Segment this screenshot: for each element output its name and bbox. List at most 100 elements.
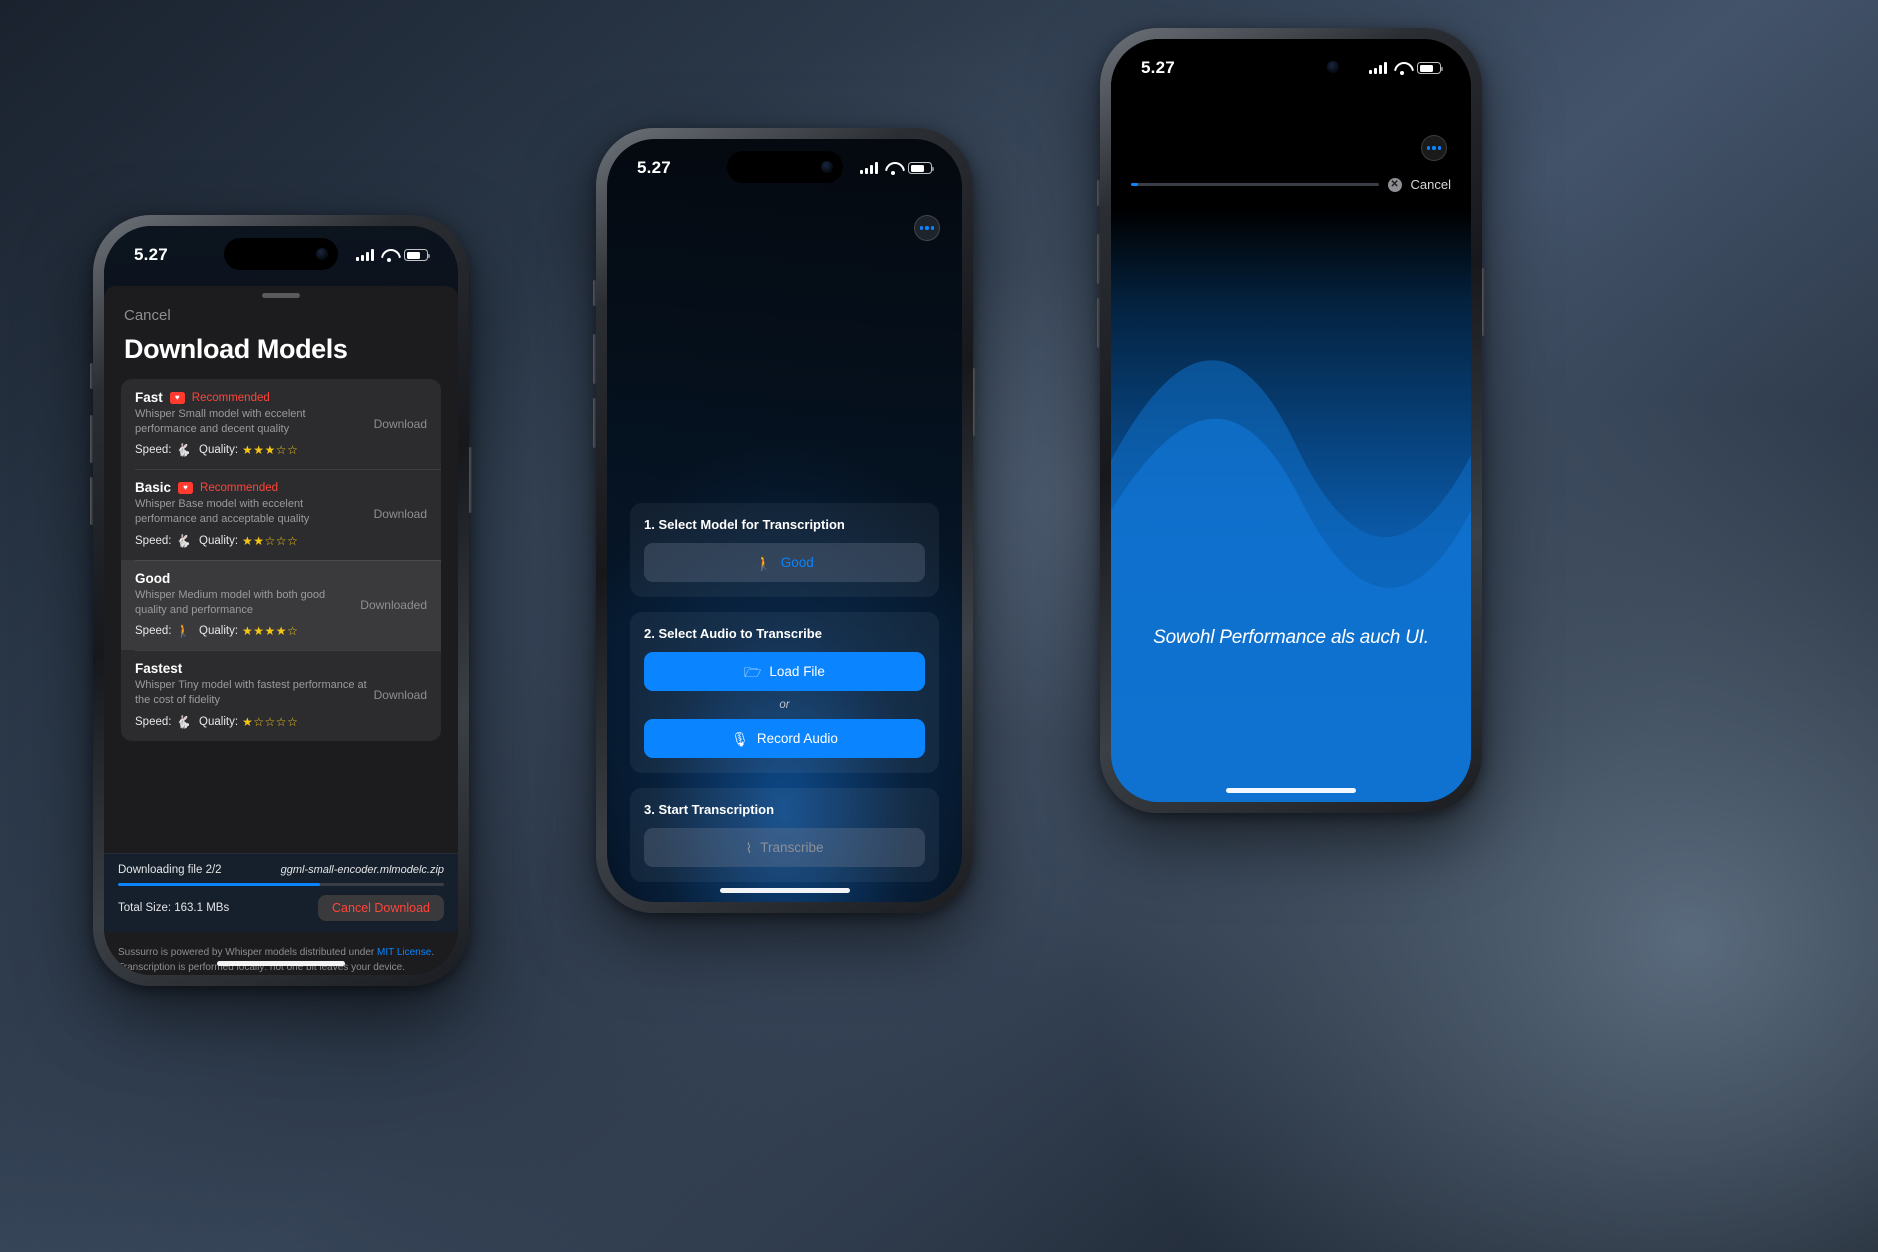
- cancel-transcription-button[interactable]: Cancel: [1411, 177, 1451, 192]
- status-bar-right: 5.27: [1111, 39, 1471, 97]
- model-row-good[interactable]: Good Whisper Medium model with both good…: [121, 559, 441, 651]
- card-start-transcription: 3. Start Transcription ⌇ Transcribe: [630, 788, 939, 882]
- status-indicators: [356, 249, 430, 262]
- model-header: Basic ♥ Recommended: [135, 480, 368, 495]
- volume-down-button[interactable]: [1097, 298, 1100, 348]
- power-button[interactable]: [973, 368, 976, 436]
- cancel-download-button[interactable]: Cancel Download: [318, 895, 444, 921]
- volume-up-button[interactable]: [1097, 234, 1100, 284]
- quality-label: Quality:: [199, 625, 239, 638]
- select-model-label: Good: [780, 555, 814, 570]
- quality-stars: ★★☆☆☆: [242, 533, 299, 548]
- status-bar-middle: 5.27: [607, 139, 962, 197]
- volume-up-button[interactable]: [593, 334, 596, 384]
- footer-line1-suffix: .: [431, 947, 435, 958]
- phone-right: 5.27 ✕ Cancel Sowohl Performance als auc…: [1097, 28, 1485, 813]
- total-size-label: Total Size: 163.1 MBs: [118, 902, 230, 914]
- power-button[interactable]: [469, 447, 472, 513]
- or-separator: or: [779, 699, 790, 711]
- recommended-heart-icon: ♥: [169, 391, 185, 404]
- wifi-icon: [885, 162, 901, 175]
- status-time: 5.27: [1141, 58, 1175, 77]
- model-description: Whisper Medium model with both good qual…: [135, 588, 326, 616]
- downloaded-status: Downloaded: [360, 597, 427, 612]
- model-row-fastest[interactable]: Fastest Whisper Tiny model with fastest …: [121, 650, 441, 740]
- download-models-sheet: Cancel Download Models Fast ♥ Recommende…: [104, 286, 458, 975]
- mit-license-link[interactable]: MIT License: [377, 947, 431, 958]
- download-button[interactable]: Download: [368, 507, 427, 521]
- card-title: 3. Start Transcription: [644, 802, 775, 817]
- footer-line1-prefix: Sussurro is powered by Whisper models di…: [118, 947, 378, 958]
- load-file-label: Load File: [769, 664, 825, 679]
- download-status-text: Downloading file 2/2: [118, 864, 222, 876]
- download-progress-fill: [118, 883, 321, 886]
- model-name: Fastest: [135, 661, 183, 677]
- cancel-circle-icon[interactable]: ✕: [1387, 177, 1402, 192]
- wifi-icon: [381, 249, 397, 262]
- speed-label: Speed:: [135, 625, 172, 638]
- model-metrics: Speed: 🚶 Quality: ★★★★☆: [135, 624, 354, 638]
- select-model-button[interactable]: 🚶 Good: [644, 543, 925, 582]
- download-button[interactable]: Download: [368, 688, 427, 702]
- model-row-basic[interactable]: Basic ♥ Recommended Whisper Base model w…: [121, 469, 441, 559]
- recommended-heart-icon: ♥: [178, 481, 194, 494]
- quality-stars: ★★★★☆: [242, 624, 299, 639]
- download-progress-panel: Downloading file 2/2 ggml-small-encoder.…: [104, 853, 458, 932]
- quality-label: Quality:: [199, 444, 239, 457]
- home-indicator[interactable]: [1226, 788, 1356, 793]
- transcription-progress-row: ✕ Cancel: [1131, 177, 1451, 192]
- load-file-button[interactable]: 🗁 Load File: [644, 652, 925, 691]
- folder-icon: 🗁: [744, 663, 762, 680]
- more-options-icon[interactable]: [1421, 135, 1447, 161]
- download-footer-row: Total Size: 163.1 MBs Cancel Download: [118, 895, 444, 921]
- model-header: Fast ♥ Recommended: [135, 390, 368, 405]
- model-row-fast[interactable]: Fast ♥ Recommended Whisper Small model w…: [121, 379, 441, 469]
- model-name: Good: [135, 570, 171, 586]
- rabbit-icon: 🐇: [175, 443, 192, 458]
- left-phone-screen: 5.27 Cancel Download Models Fast ♥ Recom…: [104, 226, 458, 975]
- home-indicator[interactable]: [719, 888, 850, 893]
- cellular-bars-icon: [356, 249, 374, 261]
- status-bar-left: 5.27: [104, 226, 458, 284]
- walking-person-icon: 🚶: [755, 554, 773, 571]
- battery-icon: [1417, 62, 1443, 74]
- power-button[interactable]: [1482, 268, 1485, 336]
- home-indicator[interactable]: [217, 961, 345, 966]
- footer-note: Sussurro is powered by Whisper models di…: [104, 932, 458, 975]
- quality-stars: ★☆☆☆☆: [242, 714, 299, 729]
- more-options-icon[interactable]: [914, 215, 940, 241]
- rabbit-icon: 🐇: [175, 714, 192, 729]
- card-select-audio: 2. Select Audio to Transcribe 🗁 Load Fil…: [630, 612, 939, 773]
- wifi-icon: [1394, 62, 1410, 75]
- volume-up-button[interactable]: [90, 415, 93, 463]
- right-phone-screen: 5.27 ✕ Cancel Sowohl Performance als auc…: [1111, 39, 1471, 802]
- sheet-cancel-button[interactable]: Cancel: [104, 298, 458, 324]
- transcribe-label: Transcribe: [760, 840, 824, 855]
- status-time: 5.27: [134, 245, 168, 264]
- card-select-model: 1. Select Model for Transcription 🚶 Good: [630, 503, 939, 597]
- quality-label: Quality:: [199, 534, 239, 547]
- record-audio-button[interactable]: 🎙 Record Audio: [644, 719, 925, 758]
- model-metrics: Speed: 🐇 Quality: ★★★☆☆: [135, 443, 368, 457]
- phone-middle: 5.27 1. Select Model for Transcription 🚶…: [593, 128, 976, 913]
- phone-left: 5.27 Cancel Download Models Fast ♥ Recom…: [90, 215, 472, 986]
- volume-down-button[interactable]: [593, 398, 596, 448]
- mute-switch[interactable]: [593, 280, 596, 306]
- battery-icon: [908, 162, 934, 174]
- model-description: Whisper Base model with eccelent perform…: [135, 498, 310, 526]
- quality-stars: ★★★☆☆: [242, 443, 299, 458]
- battery-icon: [404, 249, 430, 261]
- microphone-icon: 🎙: [731, 730, 749, 747]
- download-button[interactable]: Download: [368, 417, 427, 431]
- volume-down-button[interactable]: [90, 477, 93, 525]
- waveform-icon: ⌇: [745, 839, 753, 856]
- cellular-bars-icon: [1369, 62, 1387, 74]
- model-metrics: Speed: 🐇 Quality: ★☆☆☆☆: [135, 715, 368, 729]
- walking-person-icon: 🚶: [175, 624, 192, 639]
- recommended-label: Recommended: [191, 391, 270, 404]
- record-audio-label: Record Audio: [756, 731, 838, 746]
- transcribe-button[interactable]: ⌇ Transcribe: [644, 828, 925, 867]
- cellular-bars-icon: [860, 162, 878, 174]
- mute-switch[interactable]: [1097, 180, 1100, 206]
- mute-switch[interactable]: [90, 363, 93, 389]
